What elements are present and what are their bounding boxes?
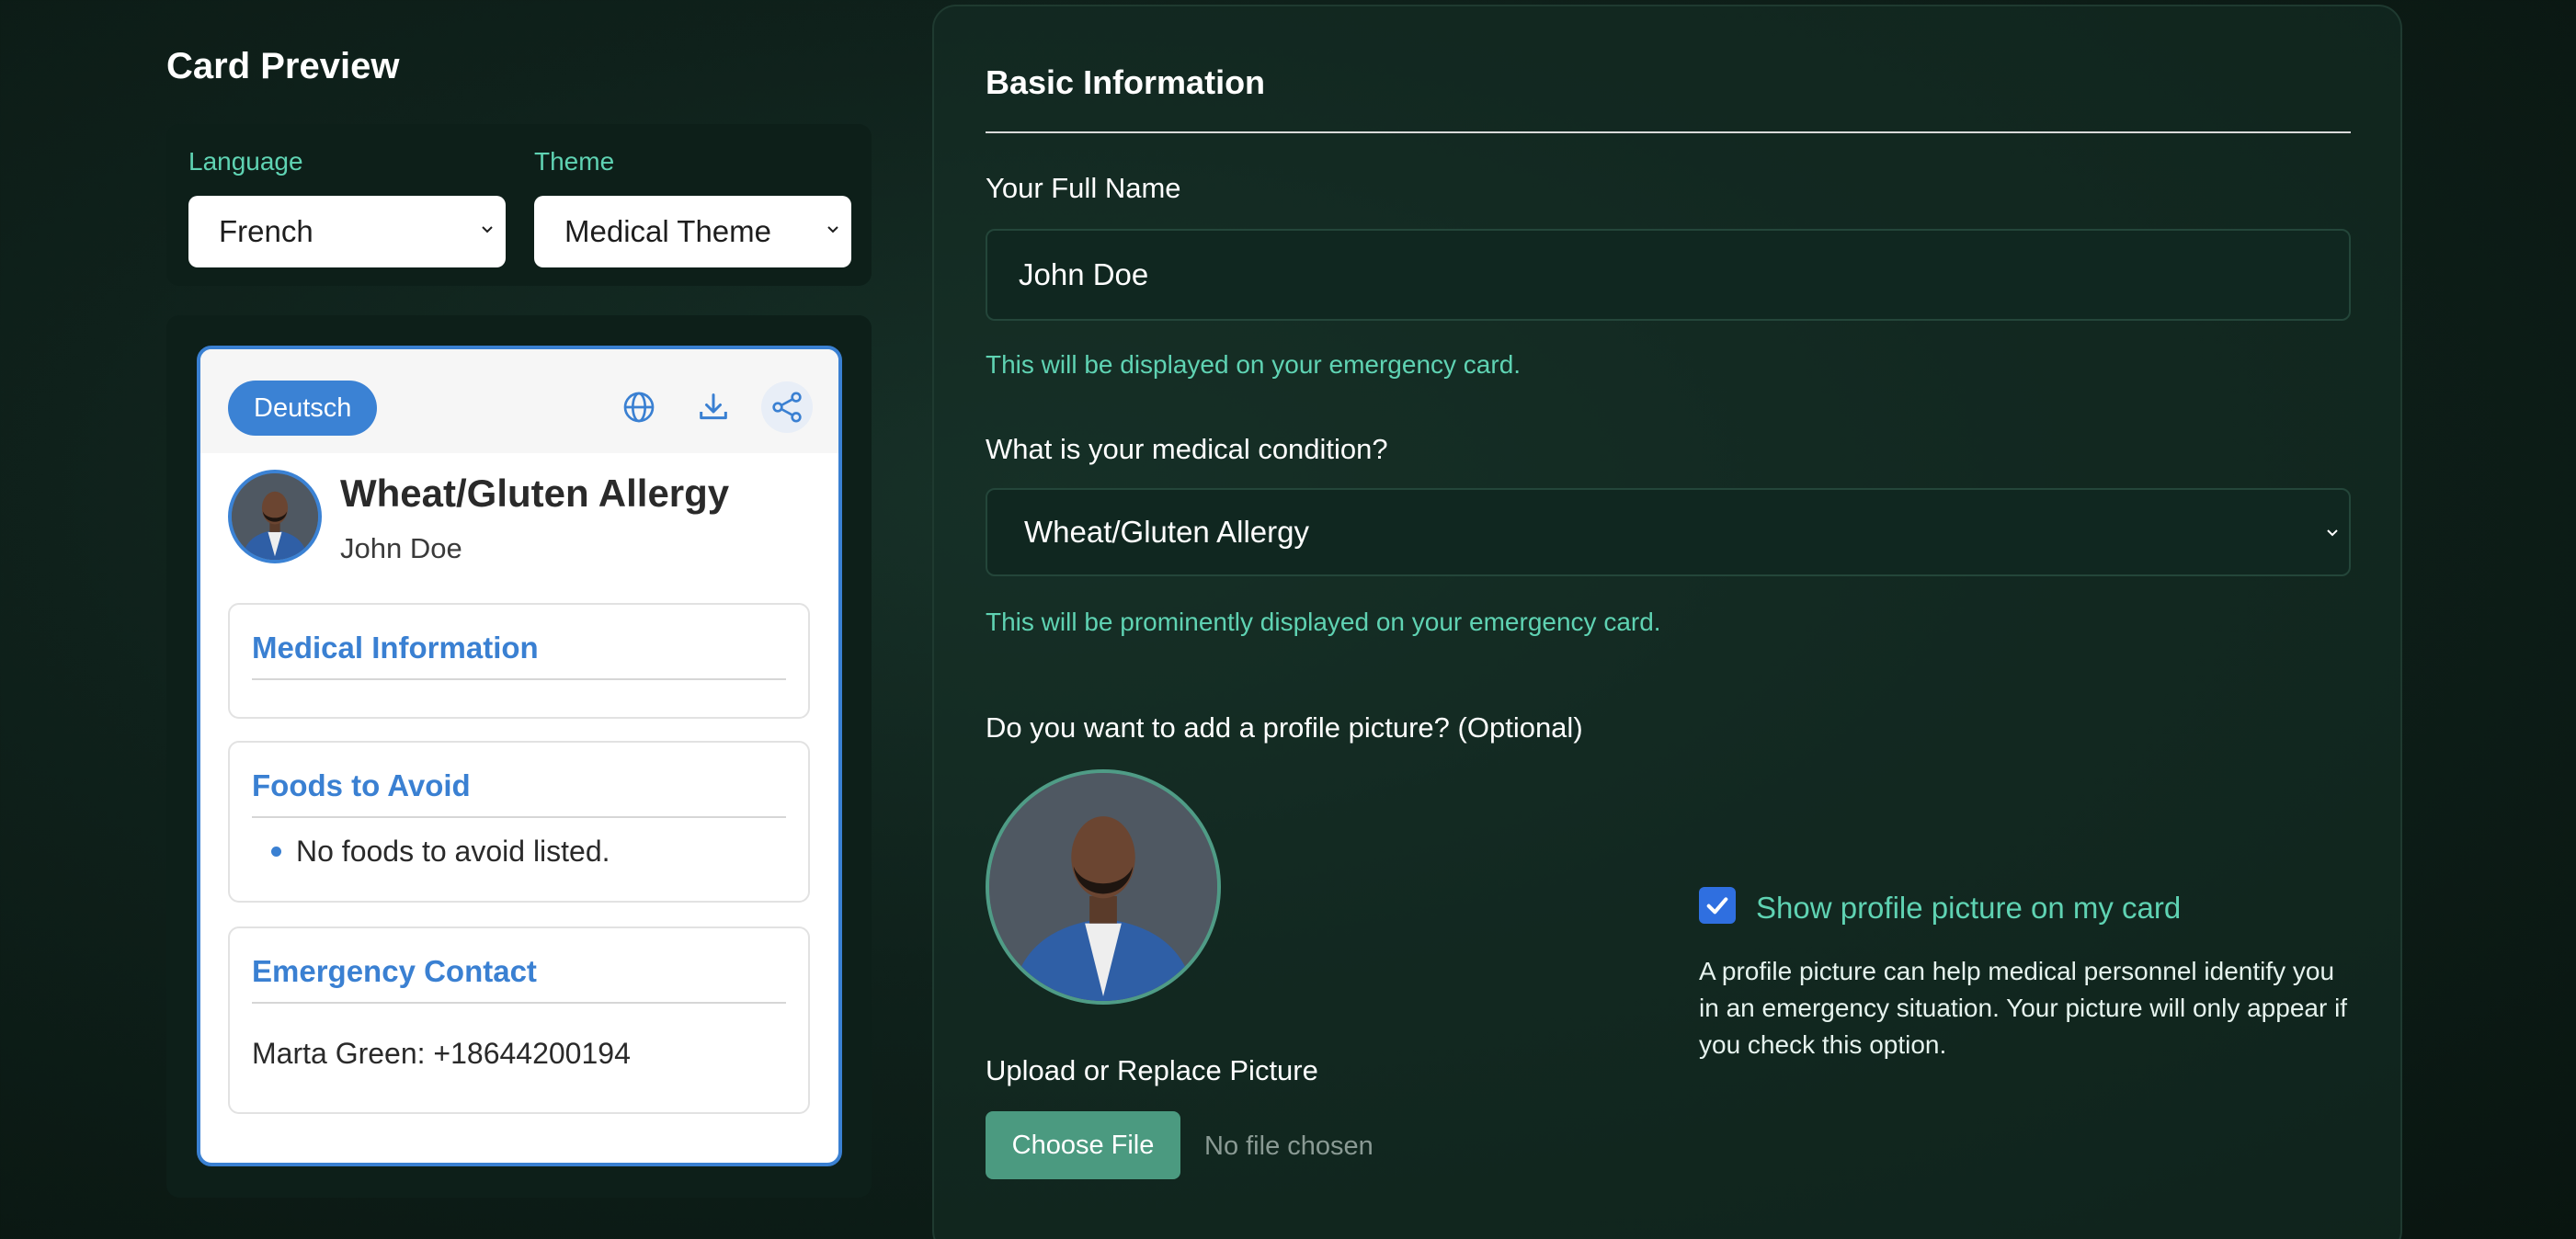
language-badge[interactable]: Deutsch <box>228 381 378 436</box>
foods-to-avoid-section: Foods to Avoid No foods to avoid listed. <box>228 741 810 903</box>
bullet-icon <box>271 847 281 857</box>
card-toolbar: Deutsch <box>200 349 838 453</box>
section-title: Basic Information <box>986 63 1266 101</box>
chevron-down-icon <box>827 226 838 233</box>
medical-condition-select[interactable]: Wheat/Gluten Allergy <box>986 488 2351 576</box>
card-condition-title: Wheat/Gluten Allergy <box>340 472 730 515</box>
card-panel: Deutsch Wheat/Gluten Allergy John Doe Me… <box>166 315 872 1198</box>
chevron-down-icon <box>482 226 493 233</box>
emergency-card: Deutsch Wheat/Gluten Allergy John Doe Me… <box>197 346 842 1166</box>
globe-icon <box>623 392 655 423</box>
checkmark-icon <box>1706 897 1728 915</box>
show-picture-description: A profile picture can help medical perso… <box>1699 957 2348 1059</box>
emergency-contact-heading: Emergency Contact <box>252 954 786 1004</box>
card-avatar <box>228 470 322 563</box>
full-name-label: Your Full Name <box>986 172 1181 204</box>
card-person-name: John Doe <box>340 532 462 564</box>
card-preview-title: Card Preview <box>166 46 400 86</box>
download-button[interactable] <box>688 381 739 433</box>
basic-information-panel: Basic Information Your Full Name John Do… <box>932 5 2402 1239</box>
selector-panel: Language French Theme Medical Theme <box>166 124 872 286</box>
medical-information-section: Medical Information <box>228 603 810 719</box>
section-divider <box>986 131 2351 133</box>
globe-button[interactable] <box>613 381 665 433</box>
medical-information-heading: Medical Information <box>252 631 786 680</box>
emergency-contact-text: Marta Green: +18644200194 <box>252 1037 631 1070</box>
share-button[interactable] <box>761 381 813 433</box>
profile-picture-label: Do you want to add a profile picture? (O… <box>986 711 1583 744</box>
medical-condition-label: What is your medical condition? <box>986 433 1388 465</box>
chevron-down-icon <box>2327 529 2338 537</box>
medical-condition-value: Wheat/Gluten Allergy <box>1024 515 1309 549</box>
list-item: No foods to avoid listed. <box>252 835 808 869</box>
language-select[interactable]: French <box>188 196 506 267</box>
full-name-hint: This will be displayed on your emergency… <box>986 350 1522 379</box>
full-name-input[interactable]: John Doe <box>986 229 2351 321</box>
theme-label: Theme <box>534 147 615 176</box>
language-group: Language French <box>188 148 506 267</box>
share-icon <box>772 392 802 423</box>
profile-photo-image <box>232 473 318 560</box>
choose-file-button[interactable]: Choose File <box>986 1111 1180 1179</box>
profile-picture-preview <box>986 769 1221 1005</box>
download-icon <box>700 393 727 420</box>
food-item-text: No foods to avoid listed. <box>296 835 610 868</box>
show-picture-label[interactable]: Show profile picture on my card <box>1756 891 2181 926</box>
language-label: Language <box>188 147 303 176</box>
emergency-contact-section: Emergency Contact Marta Green: +18644200… <box>228 926 810 1114</box>
theme-select-value: Medical Theme <box>564 214 771 248</box>
language-select-value: French <box>219 214 313 248</box>
foods-to-avoid-heading: Foods to Avoid <box>252 768 786 818</box>
file-status-text: No file chosen <box>1204 1131 1373 1161</box>
show-picture-checkbox[interactable] <box>1699 887 1736 924</box>
medical-condition-hint: This will be prominently displayed on yo… <box>986 608 1661 636</box>
theme-select[interactable]: Medical Theme <box>534 196 851 267</box>
profile-photo-image <box>989 773 1217 1001</box>
upload-picture-label: Upload or Replace Picture <box>986 1054 1318 1086</box>
theme-group: Theme Medical Theme <box>534 148 851 267</box>
